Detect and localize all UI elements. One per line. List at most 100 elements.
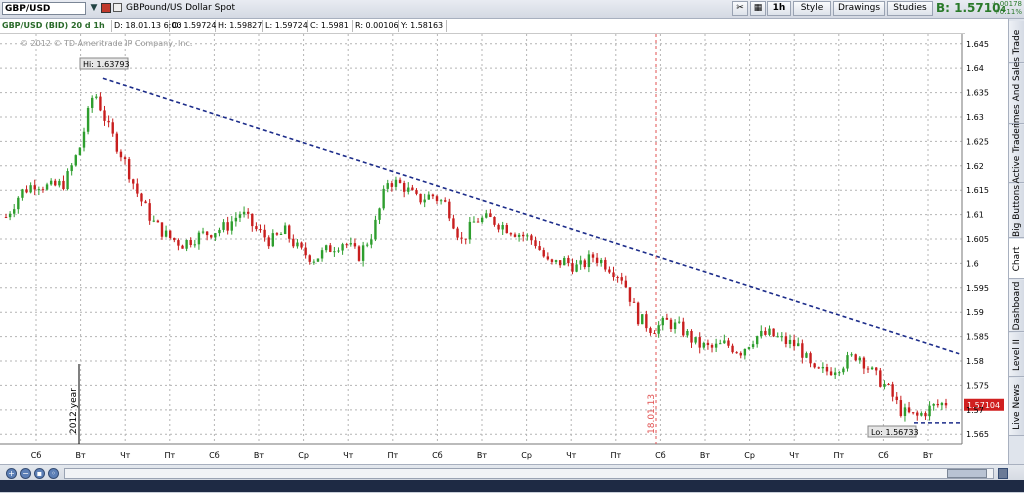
tab-dashboard[interactable]: Dashboard xyxy=(1009,280,1024,332)
candle-body xyxy=(4,217,8,219)
style-button[interactable]: Style xyxy=(793,1,831,16)
candle-body xyxy=(419,193,422,203)
drawings-button[interactable]: Drawings xyxy=(833,1,885,16)
tab-level-ii[interactable]: Level II xyxy=(1009,333,1024,377)
candle-body xyxy=(468,221,472,240)
candle-body xyxy=(226,222,229,231)
x-tick-label: Сб xyxy=(209,451,220,460)
candle-body xyxy=(706,342,710,346)
change-pct: +0.11% xyxy=(993,8,1022,16)
info-range: R: 0.00106 xyxy=(355,20,399,32)
info-open: O: 1.59724 xyxy=(172,20,217,32)
candle-body xyxy=(645,314,648,329)
timeframe-button[interactable]: 1h xyxy=(767,1,791,16)
crosshair-icon[interactable]: ✂ xyxy=(732,1,748,16)
zoom-reset-icon[interactable]: ◦ xyxy=(48,468,59,479)
zoom-in-icon[interactable]: + xyxy=(6,468,17,479)
candle-body xyxy=(850,354,853,356)
candle-body xyxy=(45,184,49,190)
candle-body xyxy=(127,159,131,180)
x-tick-label: Пт xyxy=(833,451,844,460)
tab-active-trader[interactable]: Active Trader xyxy=(1009,124,1024,183)
candle-body xyxy=(801,343,804,358)
candle-body xyxy=(936,403,939,406)
symbol-input[interactable]: GBP/USD xyxy=(2,2,86,15)
candle-body xyxy=(817,367,820,369)
candle-body xyxy=(279,233,283,235)
candle-body xyxy=(764,330,767,335)
y-tick-label: 1.59 xyxy=(966,308,984,317)
candle-body xyxy=(522,234,525,237)
x-tick-label: Сб xyxy=(31,451,42,460)
candle-body xyxy=(702,342,706,348)
info-date: D: 18.01.13 6:00 xyxy=(114,20,182,32)
time-scrollbar[interactable] xyxy=(64,468,994,479)
candle-body xyxy=(214,233,217,238)
zoom-out-icon[interactable]: − xyxy=(20,468,31,479)
x-tick-label: Сб xyxy=(878,451,889,460)
candle-body xyxy=(690,330,693,343)
y-tick-label: 1.58 xyxy=(966,357,984,366)
price-chart[interactable]: © 2012 © TD Ameritrade IP Company, Inc. … xyxy=(0,34,1008,464)
grid-icon[interactable]: ▦ xyxy=(750,1,766,16)
candle-body xyxy=(480,217,484,223)
candle-body xyxy=(95,96,98,98)
scrollbar-thumb[interactable] xyxy=(947,469,987,478)
candle-body xyxy=(189,240,192,246)
tab-chart[interactable]: Chart xyxy=(1009,239,1024,279)
settings-icon[interactable] xyxy=(113,3,122,12)
candle-body xyxy=(485,213,488,218)
candle-body xyxy=(140,193,143,202)
x-tick-label: Пт xyxy=(610,451,621,460)
scroll-right-icon[interactable] xyxy=(998,468,1008,479)
candle-body xyxy=(66,171,69,190)
candle-body xyxy=(427,194,430,200)
y-tick-label: 1.615 xyxy=(966,186,989,195)
candle-body xyxy=(210,235,213,238)
candle-body xyxy=(119,151,123,158)
x-tick-label: Вт xyxy=(700,451,710,460)
candle-body xyxy=(797,343,800,347)
candle-body xyxy=(185,240,188,249)
candle-body xyxy=(107,120,110,123)
candle-body xyxy=(825,367,829,372)
tab-big-buttons[interactable]: Big Buttons xyxy=(1009,184,1024,238)
candle-body xyxy=(940,402,944,406)
x-tick-label: Вт xyxy=(254,451,264,460)
candle-body xyxy=(682,321,685,336)
candle-body xyxy=(710,345,714,348)
y-tick-label: 1.57 xyxy=(966,406,984,415)
candle-body xyxy=(829,371,833,376)
candle-body xyxy=(49,180,53,185)
candle-body xyxy=(616,277,619,279)
tab-live-news[interactable]: Live News xyxy=(1009,378,1024,436)
candle-body xyxy=(620,277,623,281)
candle-body xyxy=(218,229,221,234)
candle-body xyxy=(735,352,738,354)
hi-label: Hi: 1.63793 xyxy=(83,60,130,69)
chevron-down-icon[interactable]: ▼ xyxy=(88,2,100,15)
candle-body xyxy=(698,337,701,348)
candle-body xyxy=(911,412,915,414)
candle-body xyxy=(370,239,373,245)
candle-body xyxy=(677,321,681,323)
candle-body xyxy=(673,322,677,330)
candle-body xyxy=(591,254,595,258)
candle-body xyxy=(792,339,796,347)
candle-body xyxy=(476,221,480,223)
candle-body xyxy=(33,185,36,190)
candle-body xyxy=(435,196,439,202)
tab-label: Chart xyxy=(1012,246,1022,271)
x-tick-label: Ср xyxy=(298,451,309,460)
candle-body xyxy=(70,165,73,172)
x-tick-label: Сб xyxy=(432,451,443,460)
candle-body xyxy=(324,245,328,251)
studies-button[interactable]: Studies xyxy=(887,1,933,16)
candle-body xyxy=(275,233,279,235)
candle-body xyxy=(636,302,640,325)
tab-times-and-sales[interactable]: Times And Sales xyxy=(1009,57,1024,130)
candle-body xyxy=(197,232,201,245)
zoom-fit-icon[interactable]: ▪ xyxy=(34,468,45,479)
flag-icon[interactable] xyxy=(101,3,111,13)
candle-body xyxy=(37,189,41,191)
